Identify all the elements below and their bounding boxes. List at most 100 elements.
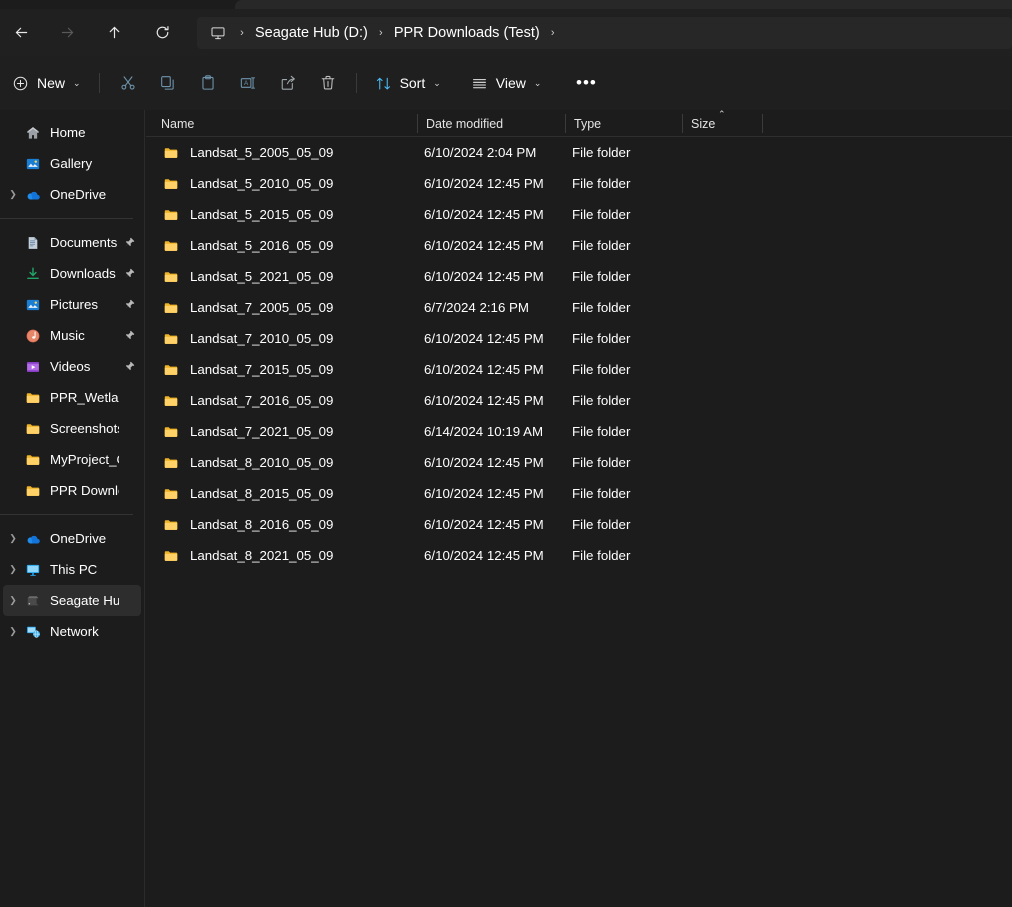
sidebar-item-label: Seagate Hub (D:) — [50, 593, 119, 608]
breadcrumb-separator-0: › — [240, 26, 244, 39]
copy-button[interactable] — [148, 66, 188, 100]
sidebar-item-label: This PC — [50, 562, 98, 577]
folder-icon — [163, 269, 183, 285]
file-name-label: Landsat_8_2016_05_09 — [190, 517, 334, 532]
table-row[interactable]: Landsat_7_2021_05_09 6/14/2024 10:19 AM Fi… — [146, 416, 1012, 447]
rename-button[interactable]: A — [228, 66, 268, 100]
sidebar-item-onedrive[interactable]: ❯ OneDrive — [3, 179, 141, 210]
sidebar-item-onedrive[interactable]: ❯ OneDrive — [3, 523, 141, 554]
table-row[interactable]: Landsat_8_2015_05_09 6/10/2024 12:45 PM Fi… — [146, 478, 1012, 509]
table-row[interactable]: Landsat_7_2016_05_09 6/10/2024 12:45 PM Fi… — [146, 385, 1012, 416]
column-header-date-modified[interactable]: Date modified — [418, 110, 565, 137]
table-row[interactable]: Landsat_5_2005_05_09 6/10/2024 2:04 PM Fil… — [146, 137, 1012, 168]
cell-name: Landsat_8_2010_05_09 — [146, 455, 417, 471]
chevron-right-icon[interactable]: ❯ — [5, 626, 21, 637]
table-row[interactable]: Landsat_8_2016_05_09 6/10/2024 12:45 PM Fi… — [146, 509, 1012, 540]
sidebar-item-screenshots[interactable]: ❯Screenshots — [3, 413, 141, 444]
pin-icon[interactable] — [119, 360, 139, 373]
back-button[interactable] — [3, 17, 39, 49]
network-icon — [21, 624, 45, 640]
this-pc-icon[interactable] — [205, 25, 231, 41]
sidebar-item-ppr-wetlands[interactable]: ❯PPR_Wetlands — [3, 382, 141, 413]
cell-date-modified: 6/10/2024 12:45 PM — [424, 207, 544, 222]
sidebar-divider — [0, 218, 133, 219]
column-divider-4[interactable] — [762, 114, 763, 133]
breadcrumb-item-folder[interactable]: PPR Downloads (Test) — [392, 25, 542, 41]
sidebar-item-myproject-gee[interactable]: ❯MyProject_GEE — [3, 444, 141, 475]
column-header-type[interactable]: Type — [566, 110, 682, 137]
sidebar-item-label: Documents — [50, 235, 118, 250]
sidebar-item-label: Home — [50, 125, 86, 140]
file-row-list: Landsat_5_2005_05_09 6/10/2024 2:04 PM Fil… — [146, 137, 1012, 571]
breadcrumb[interactable]: › Seagate Hub (D:) › PPR Downloads (Test… — [197, 16, 1012, 49]
sidebar-item-network[interactable]: ❯ Network — [3, 616, 141, 647]
cell-type: File folder — [572, 331, 631, 346]
breadcrumb-separator-2[interactable]: › — [542, 27, 564, 39]
sidebar-item-this-pc[interactable]: ❯ This PC — [3, 554, 141, 585]
sidebar-item-documents[interactable]: ❯Documents — [3, 227, 141, 258]
folder-icon — [163, 393, 183, 409]
file-name-label: Landsat_7_2015_05_09 — [190, 362, 334, 377]
sort-button[interactable]: Sort ⌄ — [367, 66, 449, 100]
up-button[interactable] — [96, 17, 132, 49]
sidebar-item-pictures[interactable]: ❯Pictures — [3, 289, 141, 320]
sidebar-item-gallery[interactable]: ❯Gallery — [3, 148, 141, 179]
sidebar-item-seagate-hub-d[interactable]: ❯ Seagate Hub (D:) — [3, 585, 141, 616]
table-row[interactable]: Landsat_7_2015_05_09 6/10/2024 12:45 PM Fi… — [146, 354, 1012, 385]
more-options-button[interactable]: ••• — [567, 66, 605, 100]
forward-button[interactable] — [49, 17, 85, 49]
delete-button[interactable] — [308, 66, 348, 100]
address-bar: › Seagate Hub (D:) › PPR Downloads (Test… — [0, 9, 1012, 56]
cut-button[interactable] — [108, 66, 148, 100]
table-row[interactable]: Landsat_7_2010_05_09 6/10/2024 12:45 PM Fi… — [146, 323, 1012, 354]
chevron-right-icon[interactable]: ❯ — [5, 533, 21, 544]
toolbar-divider-2 — [355, 73, 357, 93]
file-name-label: Landsat_8_2015_05_09 — [190, 486, 334, 501]
table-row[interactable]: Landsat_8_2021_05_09 6/10/2024 12:45 PM Fi… — [146, 540, 1012, 571]
table-row[interactable]: Landsat_8_2010_05_09 6/10/2024 12:45 PM Fi… — [146, 447, 1012, 478]
chevron-right-icon[interactable]: ❯ — [5, 595, 21, 606]
sidebar-item-downloads[interactable]: ❯Downloads — [3, 258, 141, 289]
pin-icon[interactable] — [119, 329, 139, 342]
table-row[interactable]: Landsat_5_2021_05_09 6/10/2024 12:45 PM Fi… — [146, 261, 1012, 292]
chevron-right-icon[interactable]: ❯ — [5, 189, 21, 200]
refresh-button[interactable] — [144, 17, 180, 49]
folder-icon — [21, 390, 45, 406]
chevron-down-icon: ⌄ — [433, 77, 441, 88]
pin-icon[interactable] — [119, 267, 139, 280]
table-row[interactable]: Landsat_5_2010_05_09 6/10/2024 12:45 PM Fi… — [146, 168, 1012, 199]
folder-icon — [163, 548, 183, 564]
view-icon — [472, 78, 486, 88]
share-button[interactable] — [268, 66, 308, 100]
chevron-right-icon[interactable]: ❯ — [5, 564, 21, 575]
cell-name: Landsat_8_2021_05_09 — [146, 548, 417, 564]
sort-icon — [376, 77, 390, 89]
file-name-label: Landsat_5_2021_05_09 — [190, 269, 334, 284]
file-name-label: Landsat_5_2016_05_09 — [190, 238, 334, 253]
sidebar-item-ppr-downloads-te[interactable]: ❯PPR Downloads (Te — [3, 475, 141, 506]
sidebar-item-videos[interactable]: ❯Videos — [3, 351, 141, 382]
folder-icon — [163, 331, 183, 347]
table-row[interactable]: Landsat_7_2005_05_09 6/7/2024 2:16 PM File… — [146, 292, 1012, 323]
pin-icon[interactable] — [119, 236, 139, 249]
sidebar-item-label: Videos — [50, 359, 91, 374]
paste-button[interactable] — [188, 66, 228, 100]
table-row[interactable]: Landsat_5_2016_05_09 6/10/2024 12:45 PM Fi… — [146, 230, 1012, 261]
cell-type: File folder — [572, 176, 631, 191]
sidebar-item-home[interactable]: ❯Home — [3, 117, 141, 148]
column-header-name[interactable]: Name — [153, 110, 417, 137]
sidebar-item-label: OneDrive — [50, 531, 107, 546]
cell-type: File folder — [572, 455, 631, 470]
cell-type: File folder — [572, 486, 631, 501]
table-row[interactable]: Landsat_5_2015_05_09 6/10/2024 12:45 PM Fi… — [146, 199, 1012, 230]
file-list-pane[interactable]: Name Date modified Type Size ⌃ Landsat_5… — [146, 110, 1012, 907]
sidebar-item-music[interactable]: ❯Music — [3, 320, 141, 351]
breadcrumb-item-drive[interactable]: Seagate Hub (D:) — [253, 25, 370, 41]
toolbar-divider-1 — [98, 73, 100, 93]
folder-icon — [163, 207, 183, 223]
view-button[interactable]: View ⌄ — [463, 66, 550, 100]
pin-icon[interactable] — [119, 298, 139, 311]
new-button[interactable]: New ⌄ — [5, 66, 91, 100]
sidebar-top-spacer — [0, 110, 144, 117]
navigation-sidebar[interactable]: ❯Home❯Gallery❯OneDrive❯Documents❯Downloa… — [0, 110, 145, 907]
